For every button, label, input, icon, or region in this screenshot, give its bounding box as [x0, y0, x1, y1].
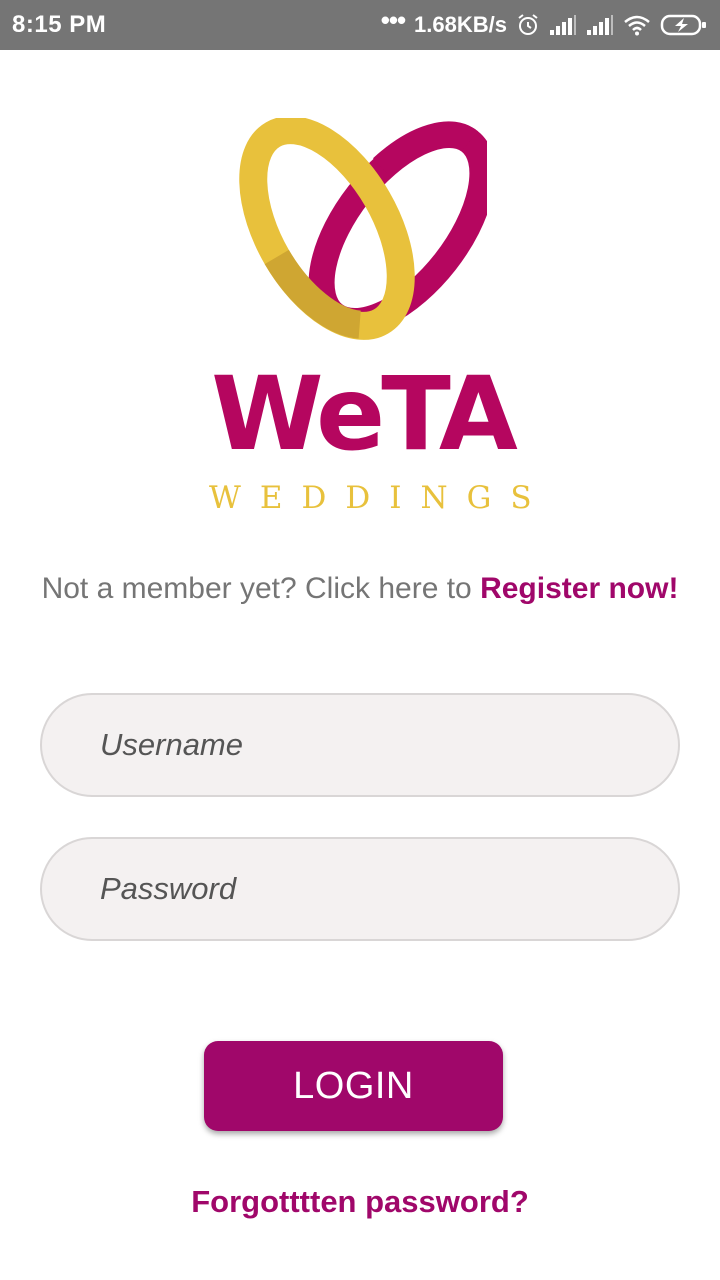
status-bar: 8:15 PM ••• 1.68KB/s — [0, 0, 720, 50]
register-prompt: Not a member yet? Click here to Register… — [0, 572, 720, 606]
forgot-password-link[interactable]: Forgotttten password? — [0, 1184, 720, 1220]
notification-dots: ••• — [380, 4, 406, 35]
username-input[interactable] — [40, 693, 680, 797]
login-button[interactable]: LOGIN — [204, 1041, 503, 1131]
signal-icon — [549, 14, 577, 36]
register-link[interactable]: Register now! — [480, 572, 678, 605]
status-icons: ••• 1.68KB/s — [381, 0, 708, 50]
alarm-icon — [516, 13, 540, 37]
battery-charging-icon — [660, 13, 708, 37]
brand-tagline: WEDDINGS — [209, 480, 551, 516]
wifi-icon — [623, 14, 651, 36]
password-input[interactable] — [40, 837, 680, 941]
brand-name: WeTA — [211, 355, 518, 474]
status-time: 8:15 PM — [12, 11, 107, 38]
signal-icon — [586, 14, 614, 36]
register-prompt-text: Not a member yet? Click here to — [41, 572, 472, 605]
weta-logo: WeTA WEDDINGS — [185, 110, 540, 520]
network-speed: 1.68KB/s — [414, 12, 507, 37]
rings-icon — [239, 118, 487, 340]
